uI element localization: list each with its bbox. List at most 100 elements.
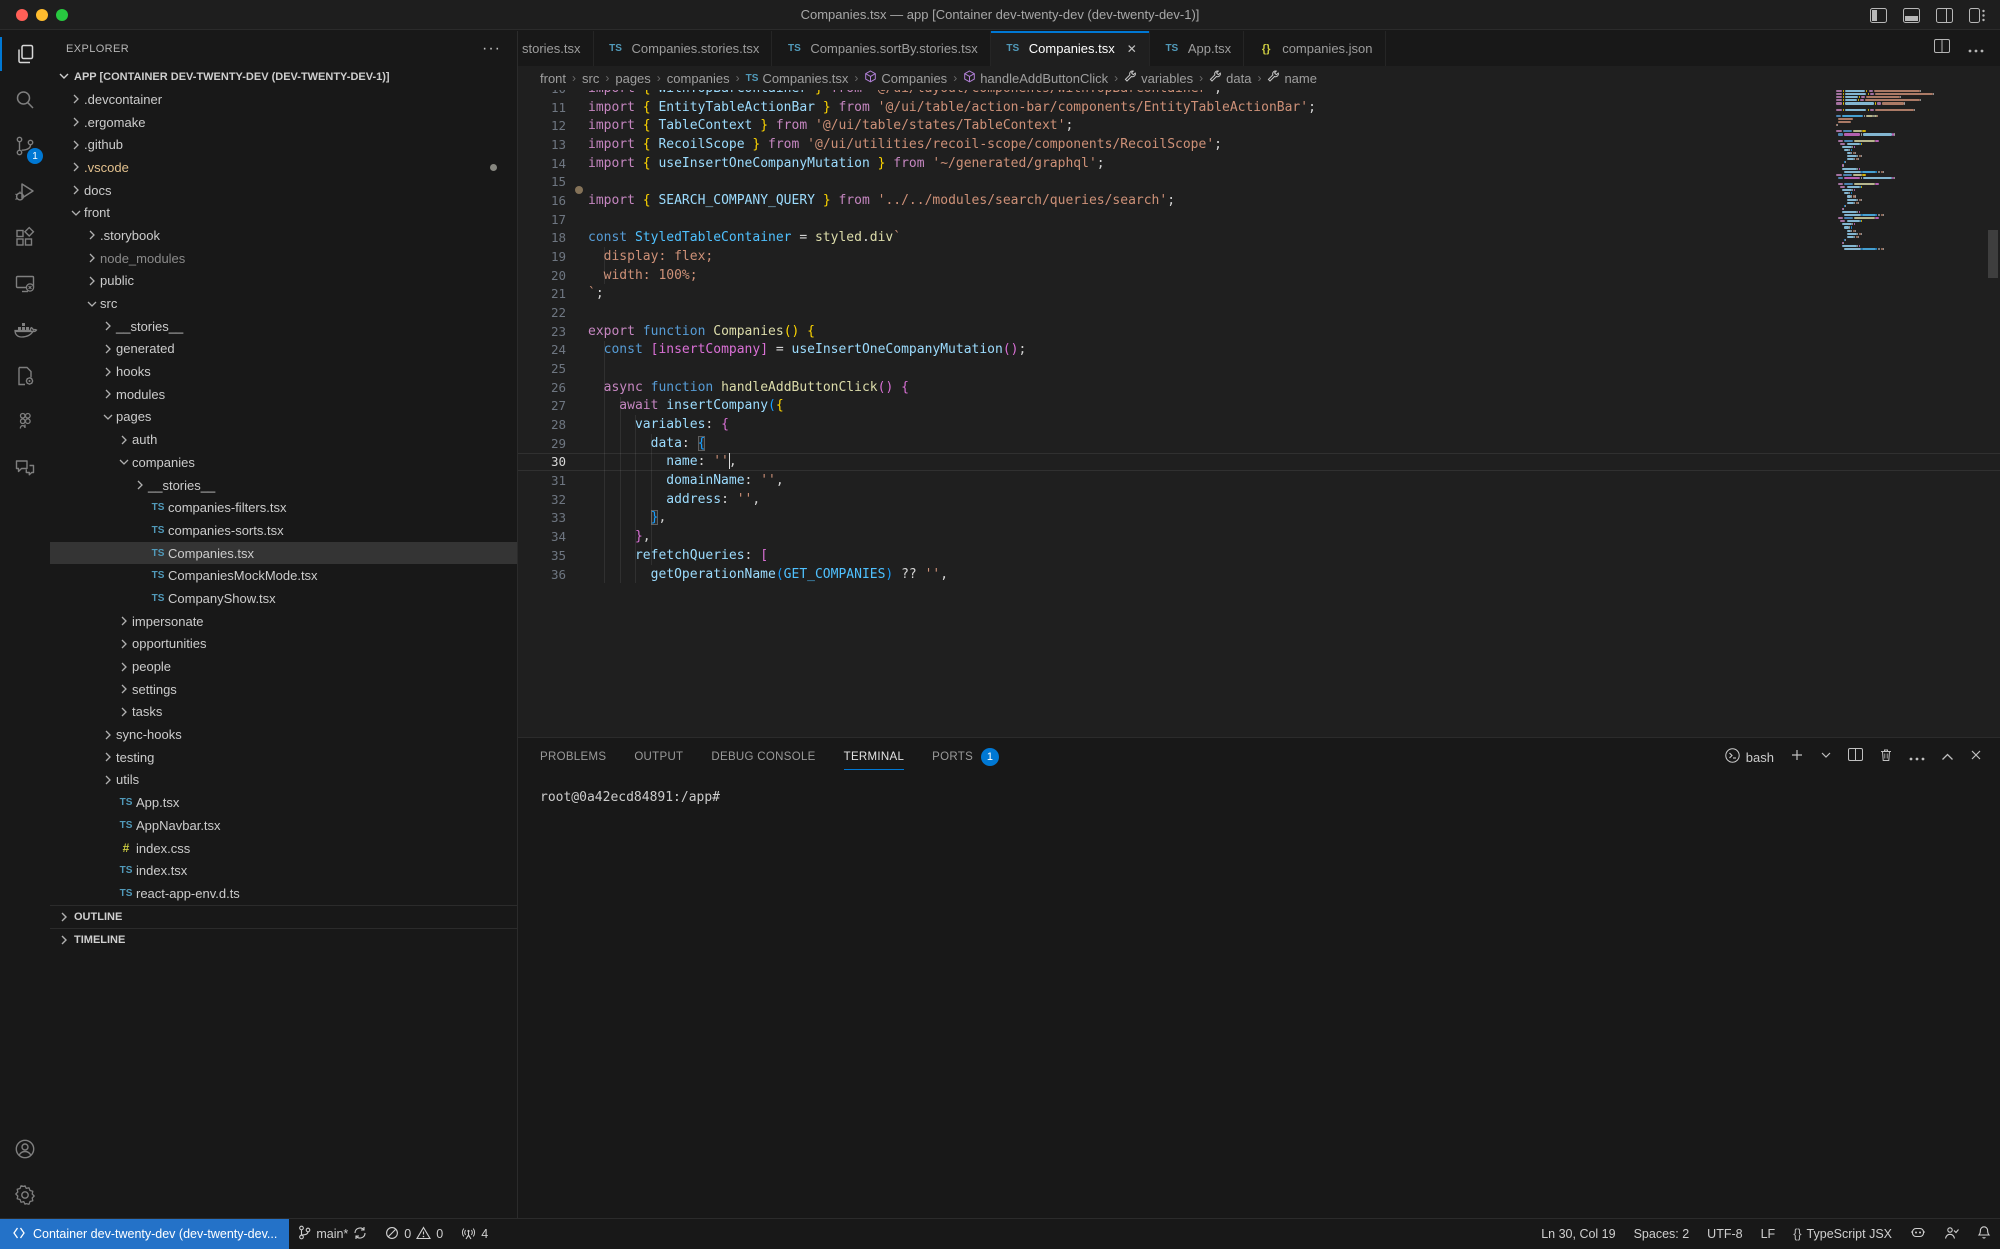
notifications-item[interactable] [1968,1219,2000,1249]
code-line-30[interactable]: 30 name: '', [518,453,2000,472]
maximize-panel-icon[interactable] [1941,748,1954,766]
eol-item[interactable]: LF [1752,1219,1785,1249]
line-number[interactable]: 12 [518,118,588,133]
explorer-icon[interactable] [0,31,50,77]
feedback-item[interactable] [1935,1219,1968,1249]
git-branch-item[interactable]: main* [289,1219,376,1249]
breadcrumb-front[interactable]: front [540,71,566,86]
tree-file-companies-filters.tsx[interactable]: TScompanies-filters.tsx [50,496,517,519]
source-control-icon[interactable]: 1 [0,123,50,169]
tree-folder-public[interactable]: public [50,270,517,293]
line-number[interactable]: 23 [518,324,588,339]
code-line-11[interactable]: 11import { EntityTableActionBar } from '… [518,98,2000,117]
tab-stories.tsx[interactable]: stories.tsx [518,31,594,66]
toggle-sidebar-icon[interactable] [1870,8,1887,23]
breadcrumb-Companies.tsx[interactable]: TSCompanies.tsx [746,71,849,86]
code-line-27[interactable]: 27 await insertCompany({ [518,397,2000,416]
tree-folder-hooks[interactable]: hooks [50,360,517,383]
tree-folder-docs[interactable]: docs [50,179,517,202]
tree-folder-settings[interactable]: settings [50,678,517,701]
line-number[interactable]: 36 [518,567,588,582]
panel-tab-problems[interactable]: PROBLEMS [540,738,606,776]
line-number[interactable]: 22 [518,305,588,320]
toggle-secondary-sidebar-icon[interactable] [1936,8,1953,23]
breadcrumb-Companies[interactable]: Companies [864,70,947,86]
line-number[interactable]: 26 [518,380,588,395]
code-line-24[interactable]: 24 const [insertCompany] = useInsertOneC… [518,341,2000,360]
line-number[interactable]: 28 [518,417,588,432]
tree-folder-auth[interactable]: auth [50,428,517,451]
copilot-item[interactable] [1901,1219,1935,1249]
indentation-item[interactable]: Spaces: 2 [1625,1219,1699,1249]
new-terminal-icon[interactable] [1790,748,1804,767]
tree-folder-utils[interactable]: utils [50,769,517,792]
split-editor-icon[interactable] [1934,39,1950,58]
line-number[interactable]: 18 [518,230,588,245]
run-debug-icon[interactable] [0,169,50,215]
panel-tab-output[interactable]: OUTPUT [634,738,683,776]
code-line-18[interactable]: 18const StyledTableContainer = styled.di… [518,228,2000,247]
code-line-14[interactable]: 14import { useInsertOneCompanyMutation }… [518,154,2000,173]
zoom-window-button[interactable] [56,9,68,21]
close-panel-icon[interactable] [1970,748,1982,766]
terminal-dropdown-icon[interactable] [1820,748,1832,766]
line-number[interactable]: 19 [518,249,588,264]
tree-file-index.tsx[interactable]: TSindex.tsx [50,859,517,882]
code-line-19[interactable]: 19 display: flex; [518,247,2000,266]
breadcrumb-name[interactable]: name [1267,70,1317,86]
code-line-23[interactable]: 23export function Companies() { [518,322,2000,341]
line-number[interactable]: 30 [518,454,588,469]
line-number[interactable]: 21 [518,286,588,301]
toggle-panel-icon[interactable] [1903,8,1920,23]
cursor-position-item[interactable]: Ln 30, Col 19 [1532,1219,1624,1249]
terminal-instance[interactable]: bash [1725,748,1774,766]
outline-section[interactable]: OUTLINE [50,905,517,928]
code-line-16[interactable]: 16import { SEARCH_COMPANY_QUERY } from '… [518,191,2000,210]
extensions-icon[interactable] [0,215,50,261]
tree-file-index.css[interactable]: #index.css [50,837,517,860]
figma-icon[interactable] [0,399,50,445]
tab-companies.json[interactable]: {}companies.json [1244,31,1385,66]
settings-icon[interactable] [0,1172,50,1218]
code-line-17[interactable]: 17 [518,210,2000,229]
tree-folder-sync-hooks[interactable]: sync-hooks [50,723,517,746]
timeline-section[interactable]: TIMELINE [50,928,517,951]
close-tab-icon[interactable]: ✕ [1127,42,1137,56]
code-line-21[interactable]: 21`; [518,284,2000,303]
file-gear-icon[interactable] [0,353,50,399]
code-line-20[interactable]: 20 width: 100%; [518,266,2000,285]
panel-tab-terminal[interactable]: TERMINAL [844,738,905,776]
tree-folder-.devcontainer[interactable]: .devcontainer [50,88,517,111]
code-line-10[interactable]: 10import { WithTopBarContainer } from '@… [518,90,2000,98]
tab-Companies.stories.tsx[interactable]: TSCompanies.stories.tsx [594,31,773,66]
code-editor[interactable]: 10import { WithTopBarContainer } from '@… [518,90,2000,737]
panel-tab-debug-console[interactable]: DEBUG CONSOLE [711,738,815,776]
line-number[interactable]: 34 [518,529,588,544]
breadcrumb-data[interactable]: data [1209,70,1251,86]
line-number[interactable]: 25 [518,361,588,376]
tree-folder-front[interactable]: front [50,201,517,224]
tree-folder-node_modules[interactable]: node_modules [50,247,517,270]
split-terminal-icon[interactable] [1848,748,1863,766]
breadcrumb-handleAddButtonClick[interactable]: handleAddButtonClick [963,70,1108,86]
kill-terminal-icon[interactable] [1879,748,1893,767]
workspace-section-header[interactable]: APP [CONTAINER DEV-TWENTY-DEV (DEV-TWENT… [50,66,517,88]
code-line-32[interactable]: 32 address: '', [518,490,2000,509]
code-line-25[interactable]: 25 [518,359,2000,378]
tree-file-react-app-env.d.ts[interactable]: TSreact-app-env.d.ts [50,882,517,905]
tree-file-AppNavbar.tsx[interactable]: TSAppNavbar.tsx [50,814,517,837]
code-line-31[interactable]: 31 domainName: '', [518,471,2000,490]
tree-folder-.vscode[interactable]: .vscode [50,156,517,179]
customize-layout-icon[interactable] [1969,8,1986,23]
line-number[interactable]: 20 [518,268,588,283]
tree-file-companies-sorts.tsx[interactable]: TScompanies-sorts.tsx [50,519,517,542]
breadcrumb-companies[interactable]: companies [667,71,730,86]
tree-file-CompanyShow.tsx[interactable]: TSCompanyShow.tsx [50,587,517,610]
panel-more-actions-icon[interactable] [1909,748,1925,766]
editor-more-actions-icon[interactable] [1968,40,1984,58]
breadcrumb-pages[interactable]: pages [615,71,650,86]
code-line-34[interactable]: 34 }, [518,527,2000,546]
breadcrumb-src[interactable]: src [582,71,599,86]
close-window-button[interactable] [16,9,28,21]
line-number[interactable]: 31 [518,473,588,488]
